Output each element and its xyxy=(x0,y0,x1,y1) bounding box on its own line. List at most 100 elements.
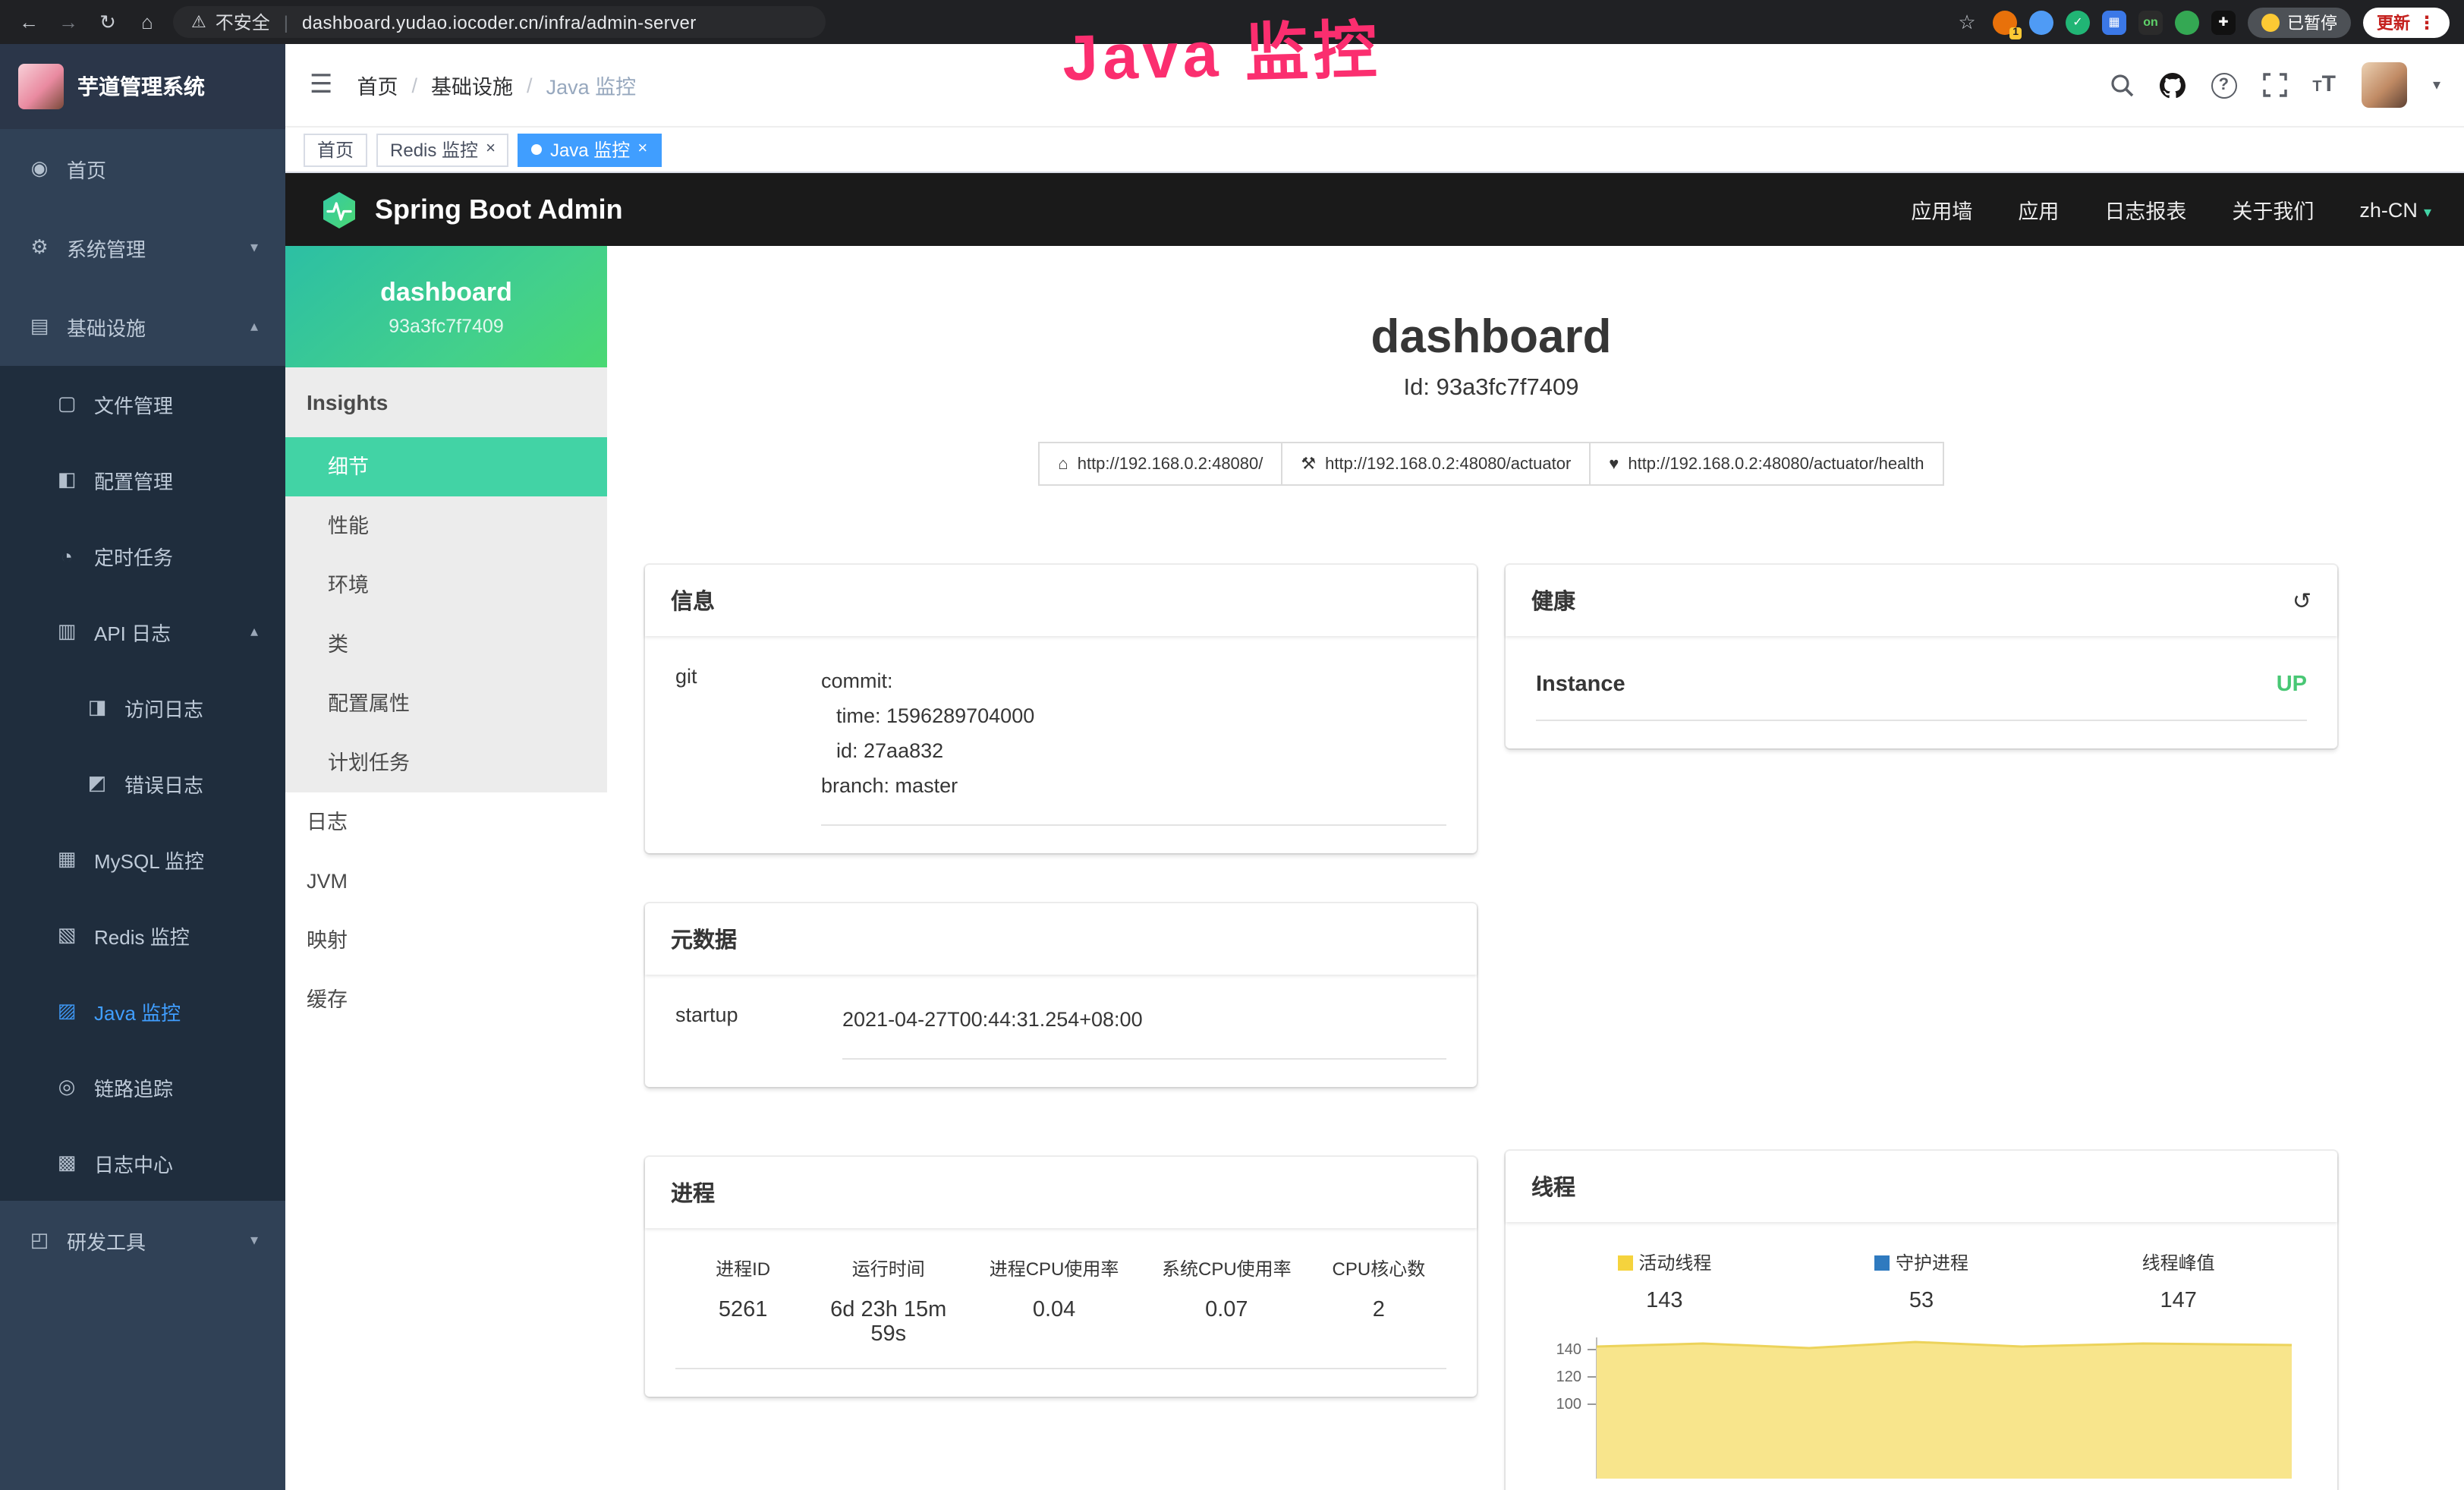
hamburger-icon[interactable]: ☰ xyxy=(310,70,333,100)
user-avatar[interactable] xyxy=(2362,62,2407,108)
refresh-history-icon[interactable]: ↺ xyxy=(2292,587,2311,614)
extension-icon-6[interactable] xyxy=(2175,10,2199,34)
breadcrumb-infra[interactable]: 基础设施 xyxy=(431,70,513,100)
sidebar-item-trace[interactable]: ◎ 链路追踪 xyxy=(0,1049,285,1125)
threads-chart: 140 120 100 xyxy=(1536,1334,2307,1486)
font-size-icon[interactable]: TT xyxy=(2312,71,2336,99)
instance-header[interactable]: dashboard 93a3fc7f7409 xyxy=(285,246,607,367)
help-icon[interactable]: ? xyxy=(2211,72,2236,98)
sba-item-performance[interactable]: 性能 xyxy=(285,496,607,556)
address-bar[interactable]: ⚠ 不安全 | dashboard.yudao.iocoder.cn/infra… xyxy=(173,6,826,38)
sidebar-item-config[interactable]: ◧ 配置管理 xyxy=(0,442,285,518)
sidebar-item-infra[interactable]: ▤ 基础设施 ▴ xyxy=(0,287,285,366)
extension-icon-3[interactable]: ✓ xyxy=(2066,10,2090,34)
avatar-caret-icon[interactable]: ▾ xyxy=(2433,77,2440,93)
sidebar-item-log-center[interactable]: ▩ 日志中心 xyxy=(0,1125,285,1201)
service-url-button[interactable]: ⌂ http://192.168.0.2:48080/ xyxy=(1038,442,1282,486)
browser-menu-icon[interactable]: ⋮ xyxy=(2418,11,2436,33)
instance-id-subtitle: Id: 93a3fc7f7409 xyxy=(645,375,2337,402)
extension-icon-2[interactable] xyxy=(2029,10,2053,34)
sba-nav-wallboard[interactable]: 应用墙 xyxy=(1911,194,1972,225)
process-col-pid: 进程ID 5261 xyxy=(675,1255,810,1347)
sba-item-mappings[interactable]: 映射 xyxy=(285,911,607,970)
sidebar-item-error-log[interactable]: ◩ 错误日志 xyxy=(0,745,285,821)
process-col-uptime: 运行时间 6d 23h 15m 59s xyxy=(810,1255,966,1347)
close-icon[interactable]: × xyxy=(637,141,647,158)
error-log-icon: ◩ xyxy=(85,771,109,795)
reload-icon[interactable]: ↻ xyxy=(94,10,121,34)
extension-icon-1[interactable]: 1 xyxy=(1993,10,2017,34)
sidebar-item-redis[interactable]: ▧ Redis 监控 xyxy=(0,897,285,973)
sba-item-environment[interactable]: 环境 xyxy=(285,556,607,615)
sba-nav-applications[interactable]: 应用 xyxy=(2018,194,2059,225)
actuator-url-button[interactable]: ⚒ http://192.168.0.2:48080/actuator xyxy=(1282,442,1591,486)
paused-badge[interactable]: 已暂停 xyxy=(2248,7,2351,37)
instance-id: 93a3fc7f7409 xyxy=(389,315,504,336)
process-col-sys-cpu: 系统CPU使用率 0.07 xyxy=(1142,1255,1311,1347)
security-label[interactable]: 不安全 xyxy=(216,9,270,35)
sidebar-item-home[interactable]: ◉ 首页 xyxy=(0,129,285,208)
close-icon[interactable]: × xyxy=(486,141,496,158)
sidebar-item-job[interactable]: ◔ 定时任务 xyxy=(0,518,285,594)
sba-item-scheduled-tasks[interactable]: 计划任务 xyxy=(285,733,607,792)
github-icon[interactable] xyxy=(2159,72,2185,98)
sidebar-item-file[interactable]: ▢ 文件管理 xyxy=(0,366,285,442)
instance-hero: dashboard Id: 93a3fc7f7409 ⌂ http://192.… xyxy=(645,310,2337,486)
ytick-120: 120 xyxy=(1556,1369,1581,1385)
sba-item-config-props[interactable]: 配置属性 xyxy=(285,674,607,733)
sidebar-item-api-log[interactable]: ▥ API 日志 ▴ xyxy=(0,594,285,669)
live-threads-area xyxy=(1597,1342,2292,1479)
sidebar-item-access-log[interactable]: ◨ 访问日志 xyxy=(0,669,285,745)
sidebar-item-java[interactable]: ▨ Java 监控 xyxy=(0,973,285,1049)
sba-nav-journal[interactable]: 日志报表 xyxy=(2104,194,2186,225)
sba-item-logs[interactable]: 日志 xyxy=(285,792,607,852)
tab-redis-monitor[interactable]: Redis 监控 × xyxy=(376,133,509,166)
infra-icon: ▤ xyxy=(27,314,52,339)
legend-daemon-threads: 守护进程 53 xyxy=(1793,1249,2050,1313)
page-title: dashboard xyxy=(645,310,2337,364)
sba-sidebar: dashboard 93a3fc7f7409 Insights 细节 性能 环境… xyxy=(285,246,607,1490)
heart-icon: ♥ xyxy=(1609,455,1619,473)
tab-home[interactable]: 首页 xyxy=(304,133,367,166)
app-window: 芋道管理系统 ◉ 首页 ⚙ 系统管理 ▾ ▤ 基础设施 ▴ ▢ 文件管理 xyxy=(0,44,2464,1490)
extension-icon-5[interactable]: on xyxy=(2138,10,2163,34)
bookmark-star-icon[interactable]: ☆ xyxy=(1953,10,1981,34)
log-icon: ▥ xyxy=(55,619,79,644)
extension-icon-4[interactable]: ▦ xyxy=(2102,10,2126,34)
omnibox-divider: | xyxy=(284,11,288,33)
sidebar-item-system[interactable]: ⚙ 系统管理 ▾ xyxy=(0,208,285,287)
health-instance-row[interactable]: Instance UP xyxy=(1536,663,2307,721)
sba-nav-about[interactable]: 关于我们 xyxy=(2232,194,2314,225)
update-button[interactable]: 更新 ⋮ xyxy=(2363,7,2450,37)
legend-swatch-blue xyxy=(1874,1255,1890,1270)
sba-item-details[interactable]: 细节 xyxy=(285,437,607,496)
fullscreen-icon[interactable] xyxy=(2262,73,2286,97)
sidebar-item-mysql[interactable]: ▦ MySQL 监控 xyxy=(0,821,285,897)
sba-locale-select[interactable]: zh-CN▾ xyxy=(2359,198,2431,221)
back-icon[interactable]: ← xyxy=(15,11,42,33)
url-text[interactable]: dashboard.yudao.iocoder.cn/infra/admin-s… xyxy=(302,11,697,33)
forward-icon[interactable]: → xyxy=(55,11,82,33)
status-badge: UP xyxy=(2277,673,2307,697)
health-card-title: 健康 xyxy=(1531,584,1575,616)
chevron-up-icon: ▴ xyxy=(250,623,258,640)
main-column: ☰ 首页 / 基础设施 / Java 监控 ? xyxy=(285,44,2464,1490)
info-key: git xyxy=(675,663,821,826)
sba-item-caches[interactable]: 缓存 xyxy=(285,970,607,1029)
health-url-button[interactable]: ♥ http://192.168.0.2:48080/actuator/heal… xyxy=(1591,442,1943,486)
startup-row: startup 2021-04-27T00:44:31.254+08:00 xyxy=(675,1002,1446,1060)
tab-java-monitor[interactable]: Java 监控 × xyxy=(518,133,661,166)
paused-label: 已暂停 xyxy=(2287,10,2337,34)
app-logo[interactable]: 芋道管理系统 xyxy=(0,44,285,129)
chevron-down-icon: ▾ xyxy=(250,239,258,256)
sba-brand[interactable]: Spring Boot Admin xyxy=(319,189,623,230)
sidebar-item-dev-tools[interactable]: ◰ 研发工具 ▾ xyxy=(0,1201,285,1280)
breadcrumb-home[interactable]: 首页 xyxy=(357,70,398,100)
search-icon[interactable] xyxy=(2109,73,2133,97)
sba-item-jvm[interactable]: JVM xyxy=(285,852,607,911)
extension-icon-7[interactable]: ✚ xyxy=(2211,10,2236,34)
sba-item-classes[interactable]: 类 xyxy=(285,615,607,674)
tags-bar: 首页 Redis 监控 × Java 监控 × xyxy=(285,128,2464,173)
process-table: 进程ID 5261 运行时间 6d 23h 15m 59s xyxy=(675,1255,1446,1369)
home-icon[interactable]: ⌂ xyxy=(134,11,161,33)
